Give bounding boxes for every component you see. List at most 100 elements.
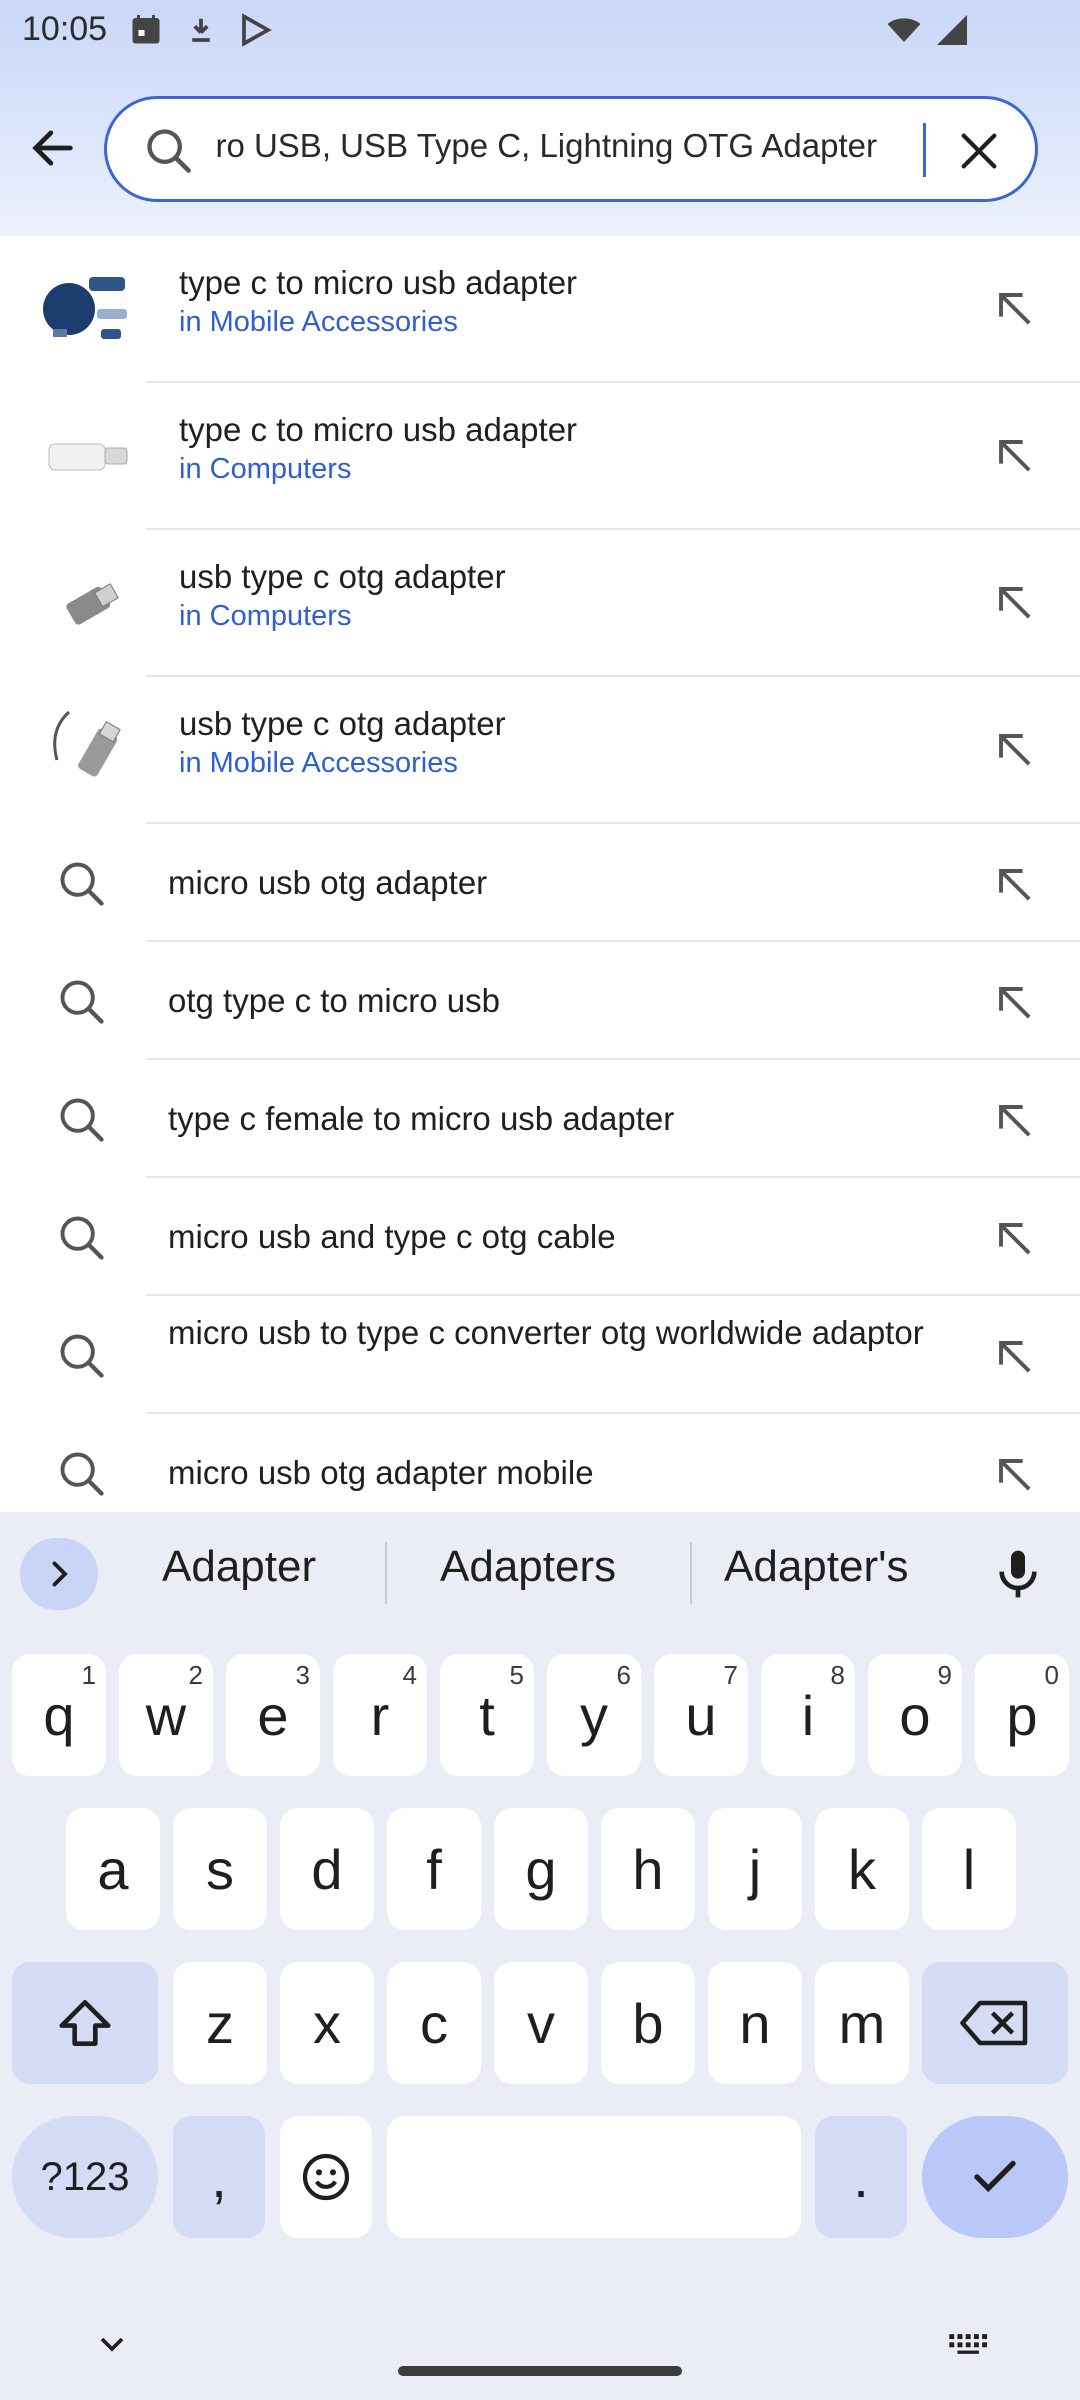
- status-bar: 10:05: [0, 0, 1080, 64]
- keyboard-toolbar-expand-button[interactable]: [20, 1538, 98, 1610]
- suggestion-title: usb type c otg adapter: [179, 705, 506, 742]
- back-button[interactable]: [20, 115, 86, 181]
- fill-query-arrow-icon[interactable]: [988, 576, 1040, 628]
- app-header: 10:05 ro USB, USB Type C, Lightning OTG …: [0, 0, 1080, 236]
- key-g[interactable]: g: [494, 1808, 588, 1930]
- fill-query-arrow-icon[interactable]: [988, 1330, 1040, 1382]
- status-time: 10:05: [22, 10, 108, 48]
- clear-search-button[interactable]: [951, 123, 1007, 179]
- fill-query-arrow-icon[interactable]: [988, 429, 1040, 481]
- play-store-icon: [242, 13, 272, 47]
- emoji-icon: [302, 2153, 350, 2201]
- fill-query-arrow-icon[interactable]: [988, 1448, 1040, 1500]
- search-icon: [60, 1098, 104, 1142]
- product-suggestion[interactable]: type c to micro usb adapter in Computers: [0, 383, 1080, 530]
- query-suggestion[interactable]: micro usb and type c otg cable: [0, 1178, 1080, 1296]
- period-key[interactable]: .: [815, 2116, 907, 2238]
- home-gesture-bar[interactable]: [398, 2366, 682, 2376]
- query-suggestion[interactable]: micro usb otg adapter: [0, 824, 1080, 942]
- key-s[interactable]: s: [173, 1808, 267, 1930]
- search-query-text: ro USB, USB Type C, Lightning OTG Adapte…: [217, 127, 877, 164]
- fill-query-arrow-icon[interactable]: [988, 723, 1040, 775]
- fill-query-arrow-icon[interactable]: [988, 858, 1040, 910]
- checkmark-icon: [974, 2160, 1016, 2193]
- suggestion-text: micro usb to type c converter otg worldw…: [168, 1314, 924, 1351]
- key-e[interactable]: e3: [226, 1654, 320, 1776]
- suggestion-title: type c to micro usb adapter: [179, 264, 578, 301]
- keyboard-suggestion-bar: Adapter Adapters Adapter's: [0, 1512, 1080, 1632]
- key-p[interactable]: p0: [975, 1654, 1069, 1776]
- query-suggestion[interactable]: micro usb otg adapter mobile: [0, 1414, 1080, 1512]
- key-l[interactable]: l: [922, 1808, 1016, 1930]
- calendar-icon: [132, 15, 160, 44]
- product-suggestion[interactable]: type c to micro usb adapter in Mobile Ac…: [0, 236, 1080, 383]
- search-icon: [60, 980, 104, 1024]
- key-d[interactable]: d: [280, 1808, 374, 1930]
- key-t[interactable]: t5: [440, 1654, 534, 1776]
- text-cursor: [923, 123, 926, 177]
- chevron-down-icon[interactable]: [92, 2324, 132, 2364]
- key-z[interactable]: z: [173, 1962, 267, 2084]
- word-suggestion[interactable]: Adapter: [162, 1542, 316, 1592]
- key-v[interactable]: v: [494, 1962, 588, 2084]
- search-icon: [60, 1334, 104, 1378]
- product-suggestion[interactable]: usb type c otg adapter in Mobile Accesso…: [0, 677, 1080, 824]
- keyboard-switch-icon[interactable]: [946, 2324, 992, 2364]
- suggestion-text: type c female to micro usb adapter: [168, 1100, 675, 1137]
- key-h[interactable]: h: [601, 1808, 695, 1930]
- chevron-right-icon: [52, 1561, 68, 1587]
- comma-key[interactable]: ,: [173, 2116, 265, 2238]
- search-icon: [60, 1452, 104, 1496]
- shift-key[interactable]: [12, 1962, 158, 2084]
- suggestion-category: in Mobile Accessories: [179, 747, 458, 779]
- key-k[interactable]: k: [815, 1808, 909, 1930]
- word-suggestion[interactable]: Adapter's: [724, 1542, 909, 1592]
- key-x[interactable]: x: [280, 1962, 374, 2084]
- key-q[interactable]: q1: [12, 1654, 106, 1776]
- query-suggestion[interactable]: micro usb to type c converter otg worldw…: [0, 1296, 1080, 1414]
- key-r[interactable]: r4: [333, 1654, 427, 1776]
- key-f[interactable]: f: [387, 1808, 481, 1930]
- close-icon: [961, 133, 997, 169]
- key-w[interactable]: w2: [119, 1654, 213, 1776]
- product-thumbnail: [36, 550, 142, 656]
- cellular-signal-icon: [937, 15, 967, 45]
- key-c[interactable]: c: [387, 1962, 481, 2084]
- word-suggestion[interactable]: Adapters: [440, 1542, 616, 1592]
- suggestion-category: in Computers: [179, 600, 352, 632]
- microphone-icon[interactable]: [990, 1544, 1046, 1604]
- key-y[interactable]: y6: [547, 1654, 641, 1776]
- enter-key[interactable]: [922, 2116, 1068, 2238]
- fill-query-arrow-icon[interactable]: [988, 976, 1040, 1028]
- space-key[interactable]: [387, 2116, 801, 2238]
- query-suggestion[interactable]: otg type c to micro usb: [0, 942, 1080, 1060]
- suggestion-text: micro usb otg adapter mobile: [168, 1454, 594, 1491]
- backspace-key[interactable]: [922, 1962, 1068, 2084]
- key-o[interactable]: o9: [868, 1654, 962, 1776]
- suggestions-list: type c to micro usb adapter in Mobile Ac…: [0, 236, 1080, 1512]
- search-input[interactable]: ro USB, USB Type C, Lightning OTG Adapte…: [104, 96, 1038, 202]
- product-suggestion[interactable]: usb type c otg adapter in Computers: [0, 530, 1080, 677]
- key-j[interactable]: j: [708, 1808, 802, 1930]
- product-thumbnail: [36, 697, 142, 803]
- key-n[interactable]: n: [708, 1962, 802, 2084]
- key-m[interactable]: m: [815, 1962, 909, 2084]
- key-i[interactable]: i8: [761, 1654, 855, 1776]
- download-icon: [192, 18, 210, 42]
- query-suggestion[interactable]: type c female to micro usb adapter: [0, 1060, 1080, 1178]
- fill-query-arrow-icon[interactable]: [988, 282, 1040, 334]
- key-b[interactable]: b: [601, 1962, 695, 2084]
- emoji-key[interactable]: [280, 2116, 372, 2238]
- fill-query-arrow-icon[interactable]: [988, 1212, 1040, 1264]
- symbols-key[interactable]: ?123: [12, 2116, 158, 2238]
- product-thumbnail: [36, 256, 142, 362]
- product-thumbnail: [36, 403, 142, 509]
- key-u[interactable]: u7: [654, 1654, 748, 1776]
- key-a[interactable]: a: [66, 1808, 160, 1930]
- search-icon: [60, 1216, 104, 1260]
- suggestion-category: in Computers: [179, 453, 352, 485]
- soft-keyboard: Adapter Adapters Adapter's q1 w2 e3 r4 t…: [0, 1512, 1080, 2400]
- fill-query-arrow-icon[interactable]: [988, 1094, 1040, 1146]
- arrow-left-icon: [32, 130, 73, 166]
- suggestion-title: type c to micro usb adapter: [179, 411, 578, 448]
